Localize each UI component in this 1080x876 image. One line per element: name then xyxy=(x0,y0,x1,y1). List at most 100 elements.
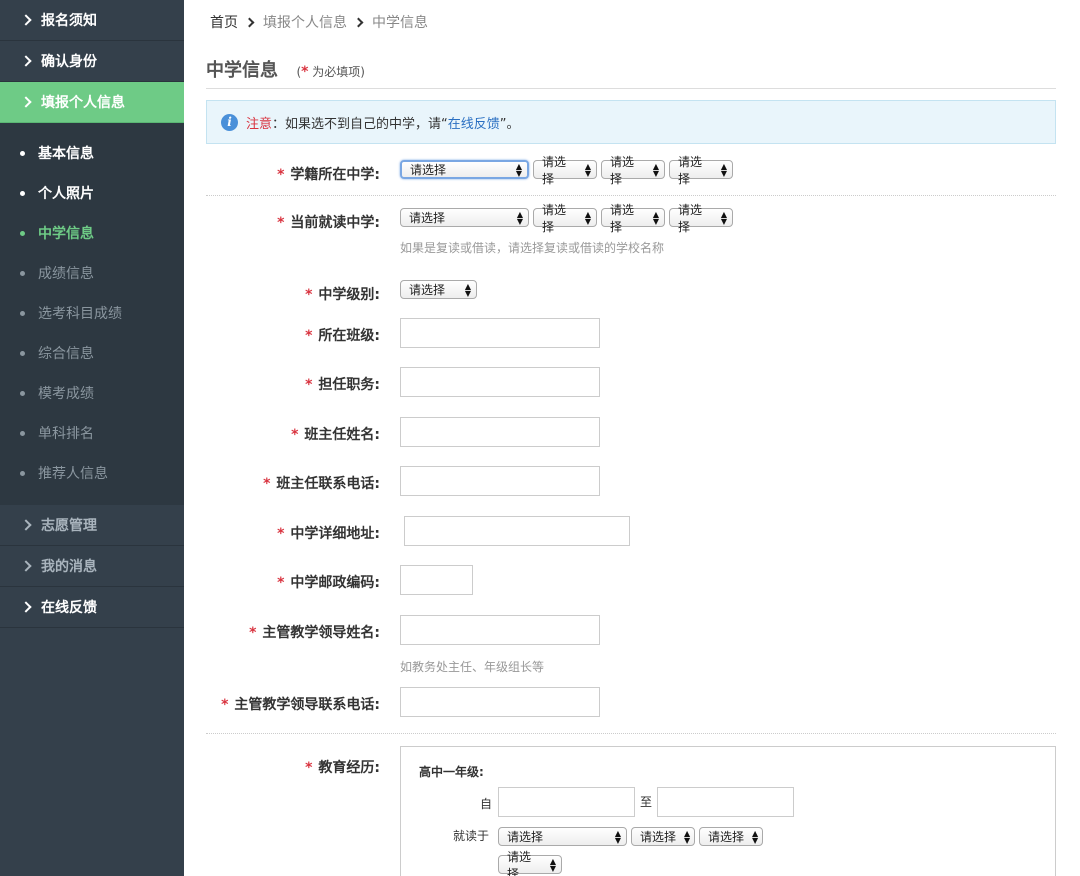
school-select[interactable]: 请选择 ▲ ▼ xyxy=(669,203,733,234)
start-date-input[interactable] xyxy=(498,787,635,817)
field-label: * 中学详细地址: xyxy=(277,523,380,543)
sub-nav-label: 成绩信息 xyxy=(38,266,94,282)
bullet-icon xyxy=(20,311,25,316)
end-date-input[interactable] xyxy=(657,787,794,817)
required-star: * xyxy=(263,476,271,492)
select-value: 请选择 xyxy=(678,202,703,234)
school-level-select[interactable]: 请选择 ▲ ▼ xyxy=(400,280,477,299)
sub-nav-basic-info[interactable]: 基本信息 xyxy=(0,133,184,173)
page: 报名须知 确认身份 填报个人信息 基本信息 个人照片 中学信息 成绩信息 选考科… xyxy=(0,0,1080,876)
sub-nav-label: 选考科目成绩 xyxy=(38,306,122,322)
sub-nav: 基本信息 个人照片 中学信息 成绩信息 选考科目成绩 综合信息 模考成绩 单科排… xyxy=(0,123,184,505)
updown-arrow-icon: ▲ ▼ xyxy=(464,281,471,298)
nav-item-confirm-identity[interactable]: 确认身份 xyxy=(0,41,184,82)
position-input[interactable] xyxy=(400,367,600,397)
to-label: 至 xyxy=(640,795,653,809)
sub-nav-label: 推荐人信息 xyxy=(38,466,108,482)
required-star: * xyxy=(277,575,285,591)
province-select[interactable]: 请选择 ▲ ▼ xyxy=(498,827,627,846)
breadcrumb-home[interactable]: 首页 xyxy=(210,12,238,32)
row-teacher-name: * 班主任姓名: xyxy=(206,417,1056,449)
leader-name-field xyxy=(400,615,600,645)
teacher-name-input[interactable] xyxy=(400,417,600,447)
school-level-field: 请选择 ▲ ▼ xyxy=(400,280,481,299)
bullet-icon xyxy=(20,191,25,196)
row-school-current: * 当前就读中学: 请选择 ▲ ▼ 请选择 ▲ ▼ 请选择 ▲ ▼ 请选择 ▲ ▼ 如果是复读或借读，请… xyxy=(206,203,1056,258)
bullet-icon xyxy=(20,431,25,436)
updown-arrow-icon: ▲ ▼ xyxy=(549,856,556,873)
required-star: * xyxy=(277,215,285,231)
nav-item-label: 志愿管理 xyxy=(41,518,97,534)
sub-nav-mock-scores[interactable]: 模考成绩 xyxy=(0,373,184,413)
class-input[interactable] xyxy=(400,318,600,348)
postcode-input[interactable] xyxy=(400,565,473,595)
notice-warn: 注意 xyxy=(246,116,273,132)
label-text: 当前就读中学: xyxy=(290,215,380,231)
updown-arrow-icon: ▲ ▼ xyxy=(684,828,691,845)
field-label: * 班主任联系电话: xyxy=(263,473,380,493)
address-input[interactable] xyxy=(404,516,630,546)
district-select[interactable]: 请选择 ▲ ▼ xyxy=(601,155,665,186)
breadcrumb-current: 中学信息 xyxy=(372,15,428,31)
chevron-right-icon xyxy=(20,55,32,67)
sub-nav-subject-rank[interactable]: 单科排名 xyxy=(0,413,184,453)
select-value: 请选择 xyxy=(507,830,544,844)
updown-arrow-icon: ▲ ▼ xyxy=(584,209,591,226)
teacher-phone-input[interactable] xyxy=(400,466,600,496)
sub-nav-scores[interactable]: 成绩信息 xyxy=(0,253,184,293)
sub-nav-label: 综合信息 xyxy=(38,346,94,362)
nav-item-application-management[interactable]: 志愿管理 xyxy=(0,505,184,546)
province-select[interactable]: 请选择 ▲ ▼ xyxy=(400,160,529,179)
nav-item-registration-notice[interactable]: 报名须知 xyxy=(0,0,184,41)
field-label: * 担任职务: xyxy=(305,374,380,394)
updown-arrow-icon: ▲ ▼ xyxy=(652,161,659,178)
select-value: 请选择 xyxy=(708,830,745,844)
school-select[interactable]: 请选择 ▲ ▼ xyxy=(669,155,733,186)
required-note-text: 为必填项) xyxy=(308,65,365,79)
sub-nav-school-info[interactable]: 中学信息 xyxy=(0,213,184,253)
field-label: * 主管教学领导姓名: xyxy=(249,622,380,642)
sub-nav-general-info[interactable]: 综合信息 xyxy=(0,333,184,373)
bullet-icon xyxy=(20,391,25,396)
breadcrumb-personal-info[interactable]: 填报个人信息 xyxy=(263,12,347,32)
required-star: * xyxy=(277,526,285,542)
nav-item-personal-info[interactable]: 填报个人信息 xyxy=(0,82,184,123)
nav-item-my-messages[interactable]: 我的消息 xyxy=(0,546,184,587)
divider xyxy=(206,733,1056,734)
field-label: * 所在班级: xyxy=(305,325,380,345)
field-label: * 中学邮政编码: xyxy=(277,572,380,592)
education-box: 高中一年级: 自 至 就读于 请选择 ▲ ▼ 请选择 ▲ ▼ 请选择 ▲ ▼ 请选择 ▲ ▼ xyxy=(400,746,1056,876)
city-select[interactable]: 请选择 ▲ ▼ xyxy=(533,155,597,186)
school-current-hint: 如果是复读或借读，请选择复读或借读的学校名称 xyxy=(400,241,665,255)
updown-arrow-icon: ▲ ▼ xyxy=(652,209,659,226)
school-label: 就读于 xyxy=(453,829,490,843)
city-select[interactable]: 请选择 ▲ ▼ xyxy=(631,827,695,846)
field-label: * 主管教学领导联系电话: xyxy=(221,694,380,714)
bullet-icon xyxy=(20,271,25,276)
label-text: 中学详细地址: xyxy=(290,526,380,542)
district-select[interactable]: 请选择 ▲ ▼ xyxy=(601,203,665,234)
leader-name-input[interactable] xyxy=(400,615,600,645)
school-select[interactable]: 请选择 ▲ ▼ xyxy=(498,850,562,876)
notice-banner: i 注意 ：如果选不到自己的中学，请“ 在线反馈 ”。 xyxy=(206,100,1056,144)
label-text: 班主任联系电话: xyxy=(276,476,380,492)
updown-arrow-icon: ▲ ▼ xyxy=(515,161,522,178)
city-select[interactable]: 请选择 ▲ ▼ xyxy=(533,203,597,234)
select-value: 请选择 xyxy=(610,154,635,186)
row-school-register: * 学籍所在中学: 请选择 ▲ ▼ 请选择 ▲ ▼ 请选择 ▲ ▼ 请选择 ▲ ▼ xyxy=(206,155,1056,186)
sub-nav-photo[interactable]: 个人照片 xyxy=(0,173,184,213)
field-label: * 当前就读中学: xyxy=(277,212,380,232)
row-leader-name: * 主管教学领导姓名: 如教务处主任、年级组长等 xyxy=(206,615,1056,675)
nav-item-online-feedback[interactable]: 在线反馈 xyxy=(0,587,184,628)
sub-nav-elective-scores[interactable]: 选考科目成绩 xyxy=(0,293,184,333)
province-select[interactable]: 请选择 ▲ ▼ xyxy=(400,208,529,227)
district-select[interactable]: 请选择 ▲ ▼ xyxy=(699,827,763,846)
leader-phone-input[interactable] xyxy=(400,687,600,717)
feedback-link[interactable]: 在线反馈 xyxy=(448,113,500,132)
updown-arrow-icon: ▲ ▼ xyxy=(720,209,727,226)
chevron-right-icon xyxy=(20,14,32,26)
from-label: 自 xyxy=(480,797,493,811)
sub-nav-referee-info[interactable]: 推荐人信息 xyxy=(0,453,184,493)
label-text: 担任职务: xyxy=(318,377,380,393)
label-text: 所在班级: xyxy=(318,328,380,344)
